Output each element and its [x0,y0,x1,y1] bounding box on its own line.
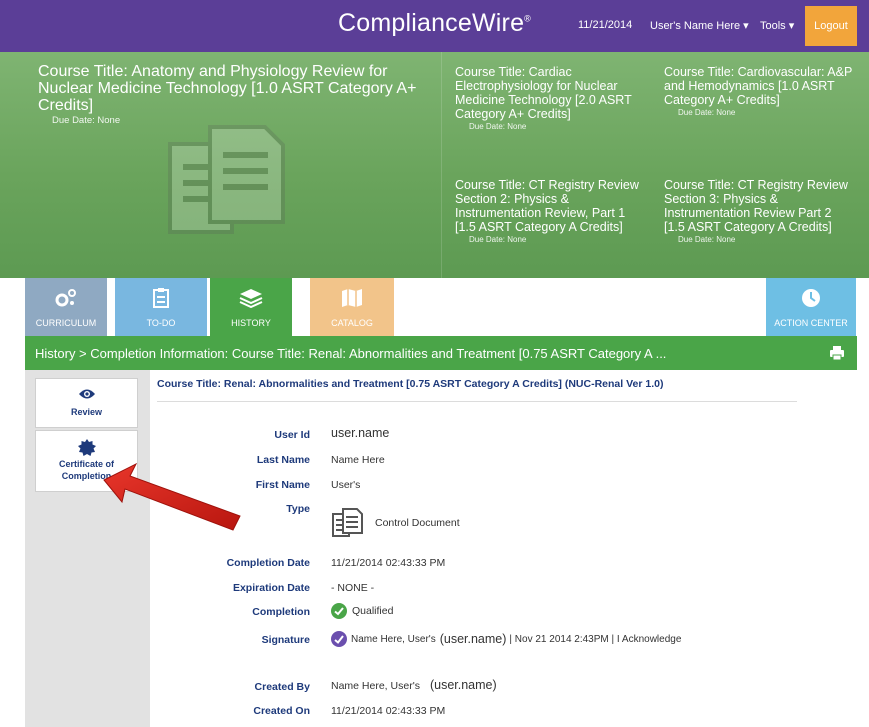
signature-details: | Nov 21 2014 2:43PM | I Acknowledge [509,633,682,645]
action-sidepanel: Review Certificate of Completion [25,370,150,727]
tab-label: CURRICULUM [35,318,97,328]
review-label: Review [70,407,103,417]
signed-icon [331,631,347,647]
course-due-date: Due Date: None [469,235,527,244]
user-id-value: user.name [331,426,390,440]
tab-history[interactable]: HISTORY [210,278,292,336]
completion-value-group: Qualified [331,603,393,619]
red-pointer-arrow [103,462,241,531]
print-icon[interactable] [829,345,845,361]
logout-button[interactable]: Logout [805,6,857,46]
course-due-date: Due Date: None [678,108,736,117]
course-title: Course Title: CT Registry Review Section… [664,178,848,234]
signature-name: Name Here, User's [351,633,436,645]
course-due-date: Due Date: None [52,115,121,126]
top-header: ComplianceWire® 11/21/2014 User's Name H… [0,0,869,52]
tab-todo[interactable]: TO-DO [115,278,207,336]
course-title: Course Title: Anatomy and Physiology Rev… [38,63,417,114]
course-tile[interactable]: Course Title: CT Registry Review Section… [664,178,854,244]
course-due-date: Due Date: None [678,235,736,244]
tab-curriculum[interactable]: CURRICULUM [25,278,107,336]
user-id-label: User Id [274,429,310,441]
tab-label: CATALOG [331,318,373,328]
signature-value-group: Name Here, User's (user.name) | Nov 21 2… [331,631,681,647]
course-title: Course Title: Cardiac Electrophysiology … [455,65,632,121]
brand-name: ComplianceWire [337,9,525,37]
document-watermark-icon [168,125,285,234]
checkmark-icon [331,603,347,619]
tab-label: TO-DO [146,318,176,328]
completion-value: Qualified [352,605,394,617]
created-by-name: Name Here, User's [331,680,420,692]
completion-date-label: Completion Date [226,557,310,569]
course-tile[interactable]: Course Title: Cardiac Electrophysiology … [455,65,645,131]
created-by-label: Created By [254,681,310,693]
tab-label: ACTION CENTER [774,318,848,328]
control-document-icon [332,508,363,537]
last-name-value: Name Here [331,454,385,466]
created-by-value-group: Name Here, User's (user.name) [331,678,497,692]
signature-user: (user.name) [439,632,507,646]
created-on-value: 11/21/2014 02:43:33 PM [331,705,446,717]
created-on-label: Created On [253,705,310,717]
clock-icon [802,289,820,307]
review-button[interactable]: Review [35,378,138,428]
nav-tabs: CURRICULUM TO-DO HISTORY CATALOG ACTION … [0,278,869,336]
course-title: Course Title: Cardiovascular: A&P and He… [664,65,853,107]
catalog-map-icon [342,289,362,307]
breadcrumb[interactable]: History > Completion Information: Course… [35,346,666,361]
course-tile[interactable]: Course Title: Cardiovascular: A&P and He… [664,65,854,117]
breadcrumb-bar: History > Completion Information: Course… [25,336,857,370]
type-label: Type [286,503,310,515]
created-by-user: (user.name) [429,678,497,692]
tab-label: HISTORY [231,318,271,328]
course-due-date: Due Date: None [469,122,527,131]
header-date: 11/21/2014 [578,19,633,31]
detail-course-title: Course Title: Renal: Abnormalities and T… [157,378,664,390]
eye-icon [78,389,95,399]
tab-catalog[interactable]: CATALOG [310,278,394,336]
user-menu[interactable]: User's Name Here ▾ [650,19,749,32]
expiration-date-label: Expiration Date [232,582,310,594]
signature-label: Signature [261,634,310,646]
certificate-seal-icon [77,439,96,456]
type-value-group: Control Document [331,508,460,538]
course-tile[interactable]: Course Title: CT Registry Review Section… [455,178,645,244]
first-name-value: User's [331,479,361,491]
featured-course-tile[interactable]: Course Title: Anatomy and Physiology Rev… [38,63,438,126]
last-name-label: Last Name [256,454,310,466]
divider [157,401,797,402]
history-layers-icon [239,289,263,308]
todo-list-icon [153,288,169,308]
expiration-date-value: - NONE - [331,582,375,594]
curriculum-icon [55,289,76,307]
tools-menu[interactable]: Tools ▾ [760,19,794,32]
brand-mark: ® [524,13,532,24]
completion-date-value: 11/21/2014 02:43:33 PM [331,557,446,569]
course-banner: Course Title: Anatomy and Physiology Rev… [0,52,869,278]
tab-action-center[interactable]: ACTION CENTER [766,278,856,336]
first-name-label: First Name [255,479,310,491]
course-title: Course Title: CT Registry Review Section… [455,178,639,234]
completion-label: Completion [252,606,310,618]
type-value: Control Document [375,517,460,529]
